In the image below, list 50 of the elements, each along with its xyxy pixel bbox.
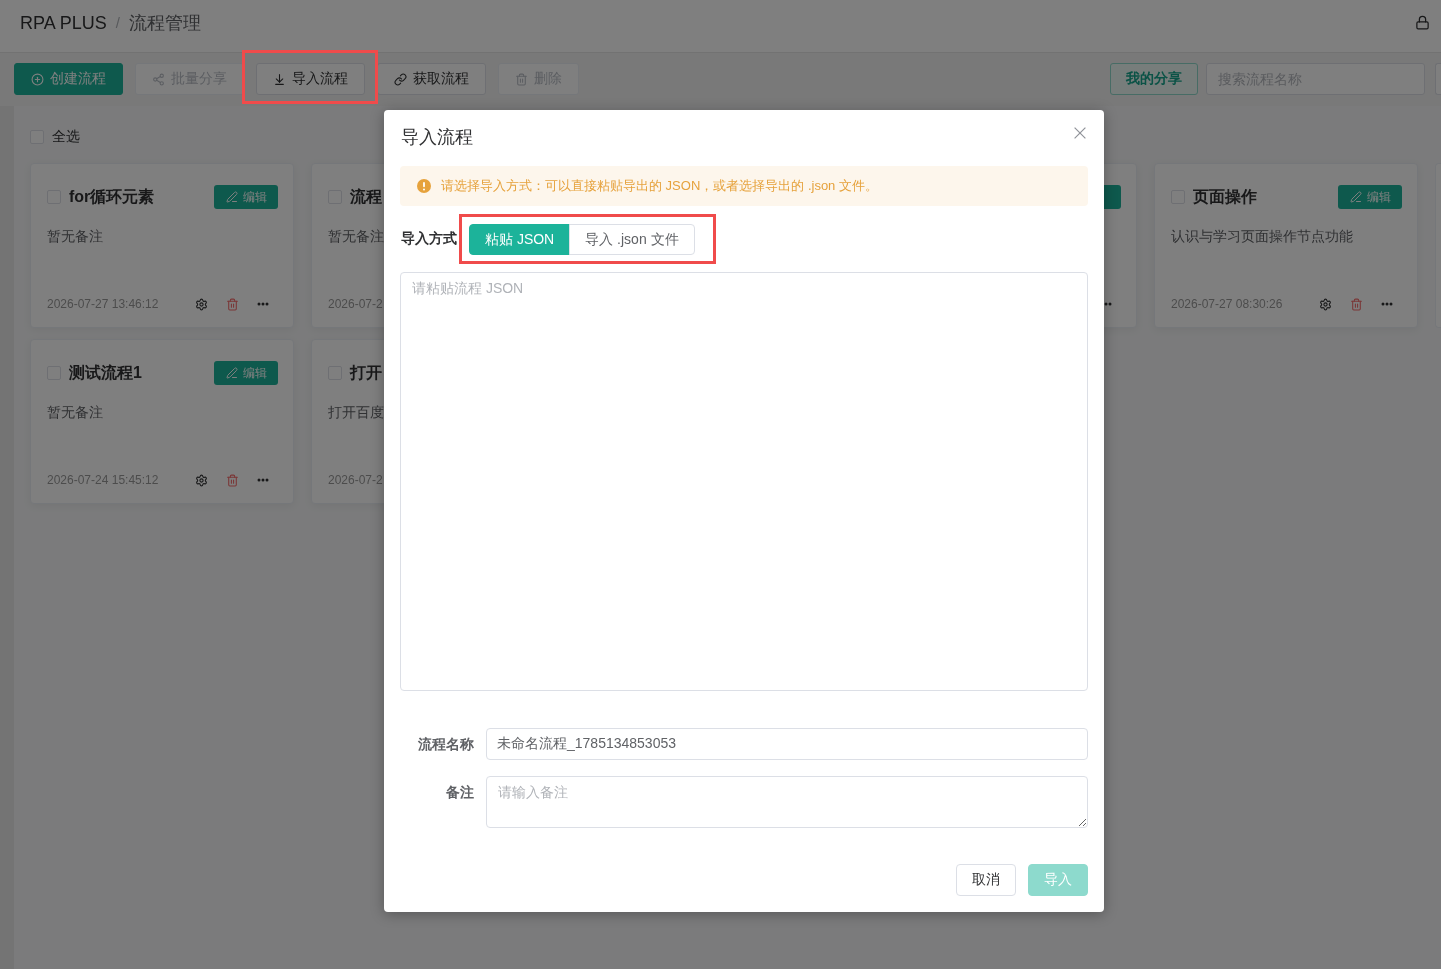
edit-button[interactable]: 编辑 [1338, 185, 1402, 209]
toolbar-button[interactable]: 创建流程 [14, 63, 123, 95]
card-note: 暂无备注 [47, 403, 103, 422]
alert-text: 请选择导入方式：可以直接粘贴导出的 JSON，或者选择导出的 .json 文件。 [441, 177, 878, 195]
select-all-label[interactable]: 全选 [52, 128, 80, 146]
trash-icon [515, 72, 528, 86]
toolbar-button[interactable]: 导入流程 [256, 63, 365, 95]
close-button[interactable] [1074, 127, 1086, 139]
card-title: 流程 [350, 186, 382, 207]
breadcrumb-item: 流程管理 [128, 11, 201, 34]
pen-icon [225, 191, 238, 203]
trash-icon[interactable] [226, 473, 239, 487]
card-title: 测试流程1 [69, 362, 142, 383]
toolbar-button[interactable]: 获取流程 [377, 63, 486, 95]
card-note: 暂无备注 [47, 227, 103, 246]
card-title: 打开 [350, 362, 382, 383]
gear-icon[interactable] [195, 473, 208, 487]
gear-icon[interactable] [1319, 297, 1332, 311]
card-note: 暂无备注 [328, 227, 384, 246]
lock-icon[interactable] [1415, 15, 1430, 30]
name-input-field[interactable]: 未命名流程_1785134853053 [486, 728, 1088, 760]
share-icon [152, 72, 165, 86]
field-label: 备注 [445, 783, 474, 802]
card-note: 认识与学习页面操作节点功能 [1171, 227, 1353, 246]
field-label: 流程名称 [417, 735, 474, 754]
trash-icon[interactable] [226, 297, 239, 311]
remark-input-field[interactable]: 请输入备注 [486, 776, 1088, 828]
edit-button[interactable]: 编辑 [214, 185, 278, 209]
my-share-button[interactable]: 我的分享 [1110, 63, 1198, 95]
edit-button[interactable]: 编辑 [214, 361, 278, 385]
dialog-title: 导入流程 [401, 126, 473, 149]
breadcrumb-item[interactable]: RPA PLUS [20, 11, 107, 34]
link-icon [394, 72, 407, 86]
plus-circle-icon [31, 72, 44, 86]
import-mode-label: 导入方式 [401, 230, 457, 248]
card-note: 打开百度 [328, 403, 384, 422]
cancel-button[interactable]: 取消 [956, 864, 1016, 896]
import-mode-tab[interactable]: 导入 .json 文件 [569, 224, 695, 255]
warning-icon [417, 179, 431, 193]
breadcrumb-separator: / [115, 14, 120, 31]
pen-icon [225, 367, 238, 379]
gear-icon[interactable] [195, 297, 208, 311]
trash-icon[interactable] [1350, 297, 1363, 311]
json-input-field[interactable]: 请粘贴流程 JSON [400, 272, 1088, 691]
pen-icon [1349, 191, 1362, 203]
close-icon [1074, 127, 1086, 139]
download-icon [273, 72, 286, 86]
card-title: for循环元素 [69, 186, 155, 207]
import-mode-tab[interactable]: 粘贴 JSON [469, 224, 571, 255]
card-title: 页面操作 [1193, 186, 1257, 207]
